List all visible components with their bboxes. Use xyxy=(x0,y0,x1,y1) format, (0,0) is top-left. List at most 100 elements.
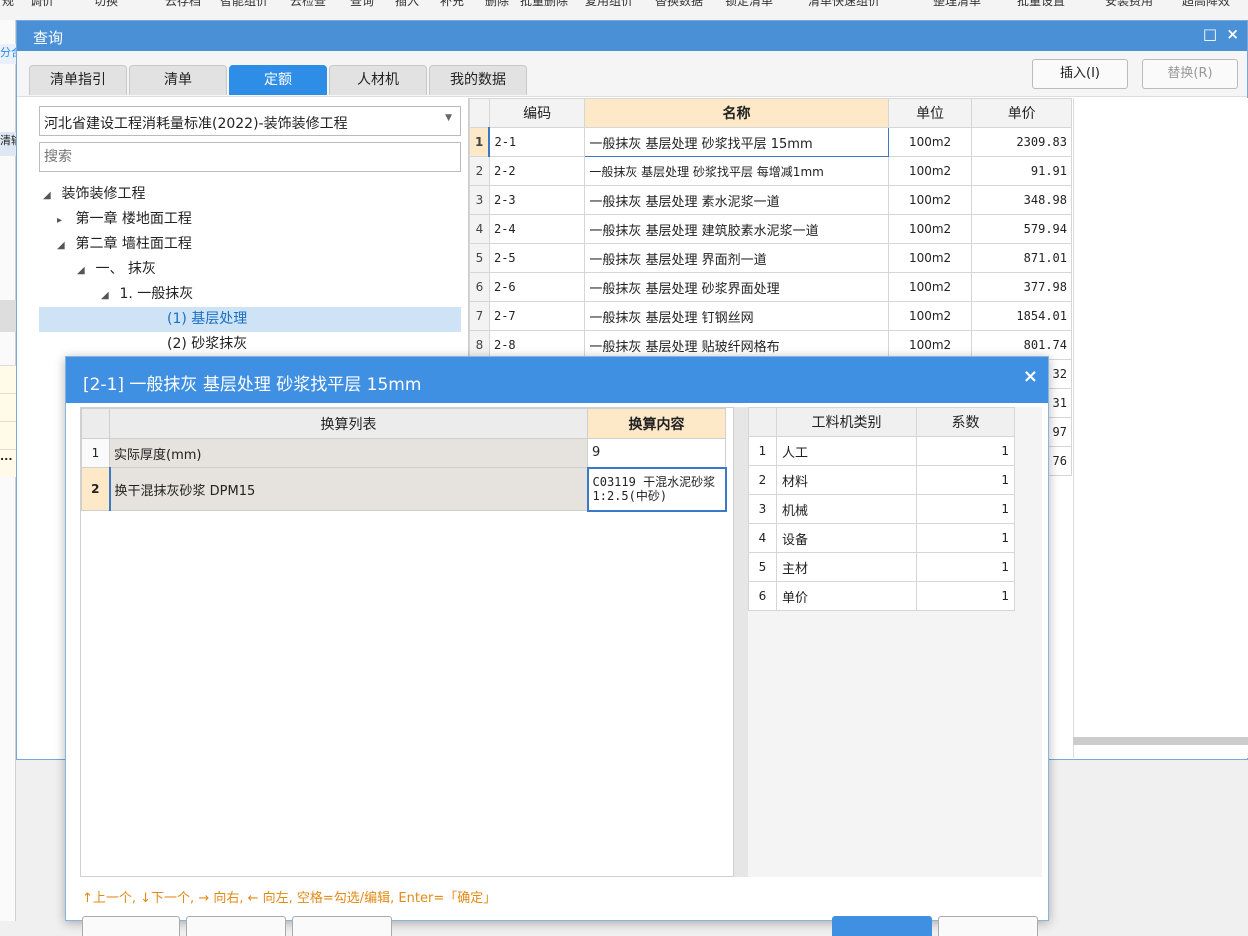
bg-left-row xyxy=(0,365,16,393)
row-unit[interactable]: 100m2 xyxy=(887,301,973,331)
tree-node-selected[interactable]: (1) 基层处理 xyxy=(39,307,461,332)
row-price[interactable]: 871.01 xyxy=(971,243,1072,273)
table-row[interactable]: 3 2-3 一般抹灰 基层处理 素水泥浆一道 100m2 348.98 xyxy=(469,185,1072,215)
row-unit[interactable]: 100m2 xyxy=(887,127,973,157)
table-row[interactable]: 7 2-7 一般抹灰 基层处理 钉钢丝网 100m2 1854.01 xyxy=(469,301,1072,331)
collapse-arrow-icon[interactable]: ◢ xyxy=(101,283,115,308)
keyboard-hint: ↑上一个, ↓下一个, → 向右, ← 向左, 空格=勾选/编辑, Enter=… xyxy=(82,891,497,906)
column-header-name[interactable]: 名称 xyxy=(584,98,889,128)
table-row[interactable]: 2 换干混抹灰砂浆 DPM15 C03119 干混水泥砂浆 1:2.5(中砂) xyxy=(81,466,727,512)
row-name[interactable]: 一般抹灰 基层处理 砂浆找平层 15mm xyxy=(584,127,889,157)
row-name[interactable]: 一般抹灰 基层处理 界面剂一道 xyxy=(584,243,889,273)
tree-node[interactable]: ◢ 一、 抹灰 xyxy=(39,257,461,282)
table-row[interactable]: 1 实际厚度(mm) 9 xyxy=(81,438,726,468)
row-name[interactable]: 一般抹灰 基层处理 素水泥浆一道 xyxy=(584,185,889,215)
search-input[interactable] xyxy=(39,142,461,172)
row-name[interactable]: 一般抹灰 基层处理 钉钢丝网 xyxy=(584,301,889,331)
collapse-arrow-icon[interactable]: ◢ xyxy=(43,183,57,208)
row-code[interactable]: 2-7 xyxy=(488,301,586,331)
column-header-code[interactable]: 编码 xyxy=(488,98,586,128)
collapse-arrow-icon[interactable]: ◢ xyxy=(77,258,91,283)
conversion-table: 换算列表 换算内容 1 实际厚度(mm) 9 2 换干混抹灰砂浆 DPM15 C… xyxy=(81,408,727,512)
insert-button[interactable]: 插入(I) xyxy=(1032,59,1128,89)
row-index: 2 xyxy=(81,467,110,511)
tree-node[interactable]: ◢ 装饰装修工程 xyxy=(39,182,461,207)
dialog-title: [2-1] 一般抹灰 基层处理 砂浆找平层 15mm xyxy=(83,375,422,395)
row-code[interactable]: 2-3 xyxy=(488,185,586,215)
coefficient-input[interactable]: 1 xyxy=(916,581,1015,611)
row-unit[interactable]: 100m2 xyxy=(887,214,973,244)
maximize-icon[interactable]: □ xyxy=(1203,25,1217,43)
horizontal-scrollbar[interactable] xyxy=(1073,737,1248,745)
dialog-button[interactable] xyxy=(82,916,180,936)
bg-toolbar-item: 规 xyxy=(2,0,15,8)
tab-list-guide[interactable]: 清单指引 xyxy=(29,65,127,95)
dialog-button[interactable] xyxy=(186,916,286,936)
table-row[interactable]: 1 人工 1 xyxy=(748,436,1015,466)
expand-arrow-icon[interactable]: ▸ xyxy=(57,208,71,233)
tree-node[interactable]: ▸ 第一章 楼地面工程 xyxy=(39,207,461,232)
table-row[interactable]: 5 2-5 一般抹灰 基层处理 界面剂一道 100m2 871.01 xyxy=(469,243,1072,273)
table-row[interactable]: 5 主材 1 xyxy=(748,552,1015,582)
chevron-down-icon[interactable]: ▼ xyxy=(445,113,452,123)
row-code[interactable]: 2-5 xyxy=(488,243,586,273)
conversion-value-input[interactable]: 9 xyxy=(587,438,726,468)
confirm-button[interactable] xyxy=(832,916,932,936)
coefficient-input[interactable]: 1 xyxy=(916,523,1015,553)
bg-toolbar-item: 安装费用 xyxy=(1105,0,1154,8)
close-icon[interactable]: × xyxy=(1226,25,1239,43)
coefficient-input[interactable]: 1 xyxy=(916,436,1015,466)
row-code[interactable]: 2-4 xyxy=(488,214,586,244)
column-header-price[interactable]: 单价 xyxy=(971,98,1072,128)
category-name: 主材 xyxy=(776,552,917,582)
row-code[interactable]: 2-1 xyxy=(488,127,586,157)
conversion-value-select[interactable]: C03119 干混水泥砂浆 1:2.5(中砂) xyxy=(586,466,727,512)
row-code[interactable]: 2-6 xyxy=(488,272,586,302)
tree-node[interactable]: ◢ 第二章 墙柱面工程 xyxy=(39,232,461,257)
row-price[interactable]: 2309.83 xyxy=(971,127,1072,157)
row-price[interactable]: 579.94 xyxy=(971,214,1072,244)
row-price[interactable]: 91.91 xyxy=(971,156,1072,186)
library-select[interactable]: 河北省建设工程消耗量标准(2022)-装饰装修工程 ▼ xyxy=(39,106,461,136)
row-price[interactable]: 1854.01 xyxy=(971,301,1072,331)
tab-my-data[interactable]: 我的数据 xyxy=(429,65,527,95)
splitter[interactable] xyxy=(734,407,748,877)
table-row[interactable]: 4 设备 1 xyxy=(748,523,1015,553)
tab-list[interactable]: 清单 xyxy=(129,65,227,95)
table-row[interactable]: 1 2-1 一般抹灰 基层处理 砂浆找平层 15mm 100m2 2309.83 xyxy=(469,127,1072,157)
row-unit[interactable]: 100m2 xyxy=(887,185,973,215)
tree-node[interactable]: ◢ 1. 一般抹灰 xyxy=(39,282,461,307)
coefficient-input[interactable]: 1 xyxy=(916,494,1015,524)
column-header-unit[interactable]: 单位 xyxy=(887,98,973,128)
table-row[interactable]: 4 2-4 一般抹灰 基层处理 建筑胶素水泥浆一道 100m2 579.94 xyxy=(469,214,1072,244)
row-name[interactable]: 一般抹灰 基层处理 建筑胶素水泥浆一道 xyxy=(584,214,889,244)
table-row[interactable]: 2 2-2 一般抹灰 基层处理 砂浆找平层 每增减1mm 100m2 91.91 xyxy=(469,156,1072,186)
row-price[interactable]: 348.98 xyxy=(971,185,1072,215)
row-index: 7 xyxy=(469,301,490,331)
row-name[interactable]: 一般抹灰 基层处理 砂浆找平层 每增减1mm xyxy=(584,156,889,186)
conversion-name: 换干混抹灰砂浆 DPM15 xyxy=(108,467,588,511)
tree-node[interactable]: (2) 砂浆抹灰 xyxy=(39,332,461,357)
tree-node-label: 第二章 墙柱面工程 xyxy=(75,236,192,252)
cancel-button[interactable] xyxy=(938,916,1038,936)
tab-quota[interactable]: 定额 xyxy=(229,65,327,95)
row-unit[interactable]: 100m2 xyxy=(887,243,973,273)
table-row[interactable]: 6 2-6 一般抹灰 基层处理 砂浆界面处理 100m2 377.98 xyxy=(469,272,1072,302)
dialog-button[interactable] xyxy=(292,916,392,936)
tree-node-label: 1. 一般抹灰 xyxy=(119,286,194,302)
row-unit[interactable]: 100m2 xyxy=(887,272,973,302)
row-price[interactable]: 377.98 xyxy=(971,272,1072,302)
category-name: 材料 xyxy=(776,465,917,495)
row-code[interactable]: 2-2 xyxy=(488,156,586,186)
coefficient-input[interactable]: 1 xyxy=(916,465,1015,495)
table-row[interactable]: 6 单价 1 xyxy=(748,581,1015,611)
table-row[interactable]: 3 机械 1 xyxy=(748,494,1015,524)
table-row[interactable]: 2 材料 1 xyxy=(748,465,1015,495)
replace-button[interactable]: 替换(R) xyxy=(1142,59,1238,89)
tab-material[interactable]: 人材机 xyxy=(329,65,427,95)
row-name[interactable]: 一般抹灰 基层处理 砂浆界面处理 xyxy=(584,272,889,302)
coefficient-input[interactable]: 1 xyxy=(916,552,1015,582)
collapse-arrow-icon[interactable]: ◢ xyxy=(57,233,71,258)
row-unit[interactable]: 100m2 xyxy=(887,156,973,186)
close-icon[interactable]: × xyxy=(1023,366,1038,387)
